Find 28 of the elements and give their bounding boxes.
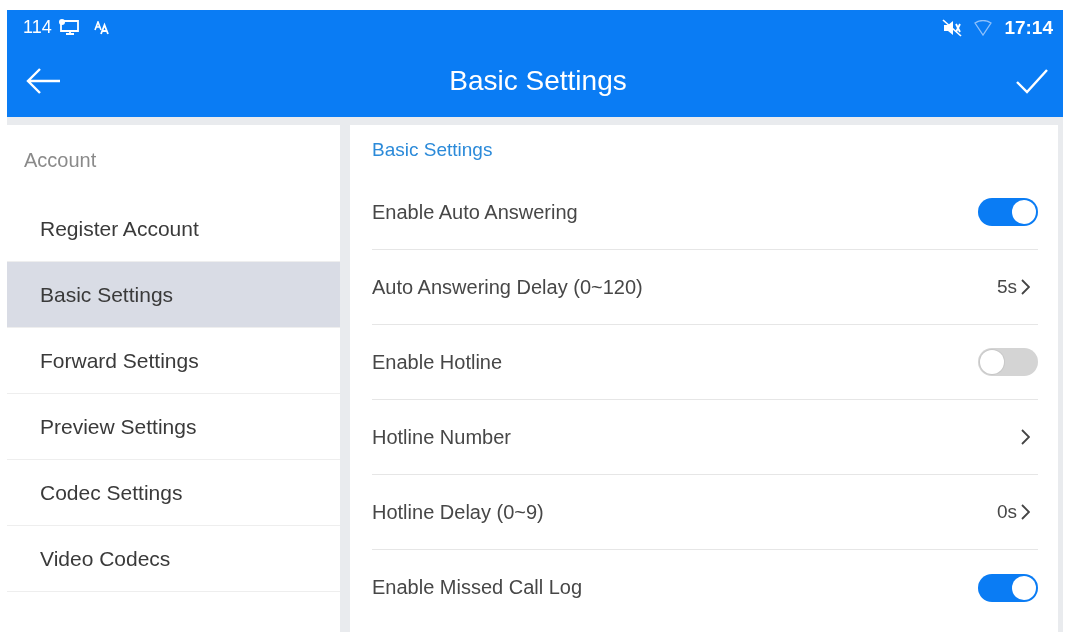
back-arrow-icon [25,67,61,95]
monitor-icon [57,17,80,38]
setting-label: Hotline Delay (0~9) [372,500,545,524]
clock-text: 17:14 [1004,16,1053,39]
chevron-right-icon [1021,504,1030,520]
chevron-right-icon [1021,429,1030,445]
wifi-icon [974,19,993,36]
setting-label: Enable Missed Call Log [372,576,584,599]
check-icon [1015,67,1049,95]
section-label: Account [23,149,97,172]
sidebar-item[interactable]: Basic Settings [7,262,340,328]
chevron-right-icon [1021,279,1030,295]
section-heading: Basic Settings [372,139,493,161]
font-size-icon [93,20,110,35]
toggle-switch[interactable] [978,198,1038,226]
setting-label: Enable Auto Answering [372,200,579,224]
back-button[interactable] [25,67,61,95]
value-button[interactable]: 5s [996,276,1038,298]
toggle-switch[interactable] [978,573,1038,602]
mute-icon [942,18,963,37]
value-button[interactable]: 0s [996,501,1038,523]
save-button[interactable] [1015,67,1049,95]
setting-label: Hotline Number [372,425,512,449]
screen-title: Basic Settings [448,65,628,97]
status-text: 114 [23,17,52,38]
toggle-switch[interactable] [978,348,1038,376]
setting-label: Enable Hotline [372,350,504,374]
setting-label: Auto Answering Delay (0~120) [372,275,644,299]
